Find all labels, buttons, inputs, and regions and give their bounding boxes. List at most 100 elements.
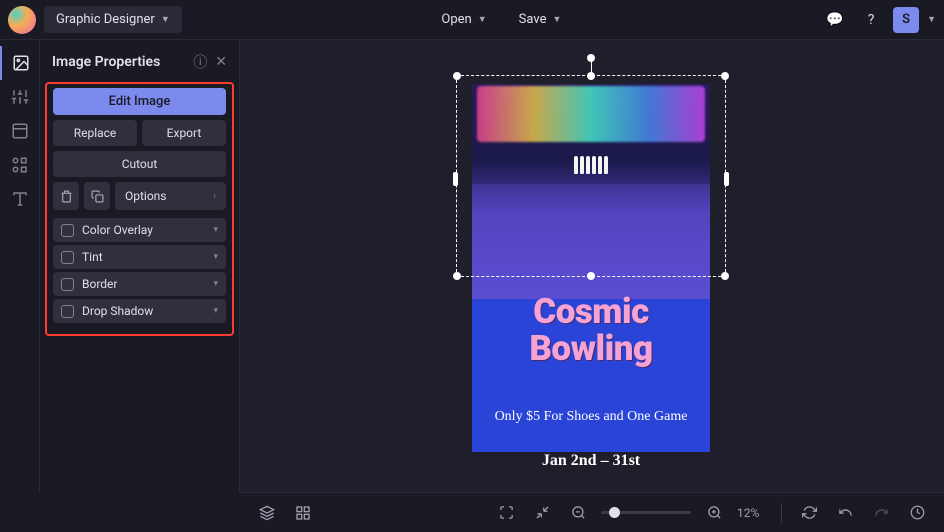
prop-label: Color Overlay: [82, 223, 153, 237]
layers-button[interactable]: [254, 500, 280, 526]
history-button[interactable]: [904, 500, 930, 526]
top-bar: Graphic Designer ▼ Open ▼ Save ▼ 💬 ? S ▼: [0, 0, 944, 40]
prop-label: Border: [82, 277, 117, 291]
maximize-icon: [499, 505, 514, 520]
grid-button[interactable]: [290, 500, 316, 526]
poster-date[interactable]: Jan 2nd – 31st: [472, 452, 710, 470]
chevron-down-icon[interactable]: ▼: [927, 14, 936, 25]
undo-icon: [838, 505, 853, 520]
delete-button[interactable]: [53, 182, 79, 210]
help-icon: ?: [868, 12, 875, 28]
neon-decoration: [477, 86, 705, 142]
zoom-slider[interactable]: [601, 511, 691, 514]
poster-subtitle[interactable]: Only $5 For Shoes and One Game: [492, 408, 690, 426]
chevron-down-icon: ▾: [213, 252, 218, 262]
zoom-out-icon: [571, 505, 586, 520]
chat-icon: 💬: [826, 12, 843, 28]
poster-image[interactable]: [472, 84, 710, 299]
image-icon: [12, 54, 30, 72]
trash-icon: [60, 190, 73, 203]
export-button[interactable]: Export: [142, 120, 226, 146]
close-icon[interactable]: ✕: [215, 54, 227, 70]
chevron-down-icon: ▾: [213, 225, 218, 235]
panel-header: Image Properties ⓘ ✕: [40, 40, 239, 82]
lane-reflection: [472, 184, 710, 299]
prop-tint[interactable]: Tint ▾: [53, 245, 226, 269]
checkbox-unchecked[interactable]: [61, 278, 74, 291]
copy-icon: [91, 190, 104, 203]
shapes-icon: [11, 156, 29, 174]
resize-handle-tr[interactable]: [721, 72, 729, 80]
redo-icon: [874, 505, 889, 520]
chevron-down-icon: ▼: [478, 14, 487, 25]
checkbox-unchecked[interactable]: [61, 224, 74, 237]
open-label: Open: [441, 12, 471, 27]
save-button[interactable]: Save ▼: [507, 6, 574, 33]
resize-handle-tl[interactable]: [453, 72, 461, 80]
info-icon[interactable]: ⓘ: [193, 52, 207, 72]
panel-body-highlighted: Edit Image Replace Export Cutout Options…: [45, 82, 234, 336]
rotate-handle[interactable]: [587, 54, 595, 62]
resize-handle-mr[interactable]: [724, 172, 729, 186]
title-line1: Cosmic: [533, 291, 649, 332]
sidebar-item-templates[interactable]: [0, 114, 40, 148]
open-button[interactable]: Open ▼: [429, 6, 498, 33]
options-label: Options: [125, 189, 167, 203]
grid-icon: [295, 505, 311, 521]
resize-handle-ml[interactable]: [453, 172, 458, 186]
main-area: Image Properties ⓘ ✕ Edit Image Replace …: [0, 40, 944, 492]
comments-button[interactable]: 💬: [821, 6, 849, 34]
left-sidebar: [0, 40, 40, 492]
zoom-in-button[interactable]: [701, 500, 727, 526]
history-icon: [910, 505, 925, 520]
zoom-in-icon: [707, 505, 722, 520]
zoom-value: 12%: [737, 506, 767, 520]
sidebar-item-image[interactable]: [0, 46, 40, 80]
options-button[interactable]: Options ›: [115, 182, 226, 210]
sidebar-item-text[interactable]: [0, 182, 40, 216]
minimize-icon: [535, 505, 550, 520]
slider-thumb[interactable]: [609, 507, 620, 518]
text-icon: [11, 190, 29, 208]
refresh-icon: [802, 505, 817, 520]
prop-label: Tint: [82, 250, 103, 264]
undo-button[interactable]: [832, 500, 858, 526]
avatar-initial: S: [902, 12, 910, 27]
bowling-pins: [574, 156, 608, 174]
duplicate-button[interactable]: [84, 182, 110, 210]
canvas[interactable]: Cosmic Bowling Only $5 For Shoes and One…: [240, 40, 944, 492]
zoom-out-button[interactable]: [565, 500, 591, 526]
resize-handle-tm[interactable]: [587, 72, 595, 80]
app-logo: [8, 6, 36, 34]
chevron-down-icon: ▼: [161, 14, 170, 25]
replace-button[interactable]: Replace: [53, 120, 137, 146]
layers-icon: [259, 505, 275, 521]
checkbox-unchecked[interactable]: [61, 251, 74, 264]
properties-panel: Image Properties ⓘ ✕ Edit Image Replace …: [40, 40, 240, 492]
resize-handle-br[interactable]: [721, 272, 729, 280]
prop-drop-shadow[interactable]: Drop Shadow ▾: [53, 299, 226, 323]
poster-title[interactable]: Cosmic Bowling: [472, 294, 710, 368]
workspace-label: Graphic Designer: [56, 12, 155, 27]
poster-artboard[interactable]: Cosmic Bowling Only $5 For Shoes and One…: [472, 84, 710, 452]
prop-label: Drop Shadow: [82, 304, 153, 318]
chevron-down-icon: ▼: [552, 14, 561, 25]
chevron-down-icon: ▾: [213, 279, 218, 289]
refresh-button[interactable]: [796, 500, 822, 526]
help-button[interactable]: ?: [857, 6, 885, 34]
fit-button[interactable]: [529, 500, 555, 526]
prop-border[interactable]: Border ▾: [53, 272, 226, 296]
chevron-down-icon: ▾: [213, 306, 218, 316]
workspace-selector[interactable]: Graphic Designer ▼: [44, 6, 182, 33]
checkbox-unchecked[interactable]: [61, 305, 74, 318]
fullscreen-button[interactable]: [493, 500, 519, 526]
title-line2: Bowling: [529, 328, 652, 369]
sidebar-item-shapes[interactable]: [0, 148, 40, 182]
sidebar-item-adjust[interactable]: [0, 80, 40, 114]
edit-image-button[interactable]: Edit Image: [53, 88, 226, 115]
prop-color-overlay[interactable]: Color Overlay ▾: [53, 218, 226, 242]
cutout-button[interactable]: Cutout: [53, 151, 226, 177]
redo-button[interactable]: [868, 500, 894, 526]
user-avatar[interactable]: S: [893, 7, 919, 33]
resize-handle-bl[interactable]: [453, 272, 461, 280]
